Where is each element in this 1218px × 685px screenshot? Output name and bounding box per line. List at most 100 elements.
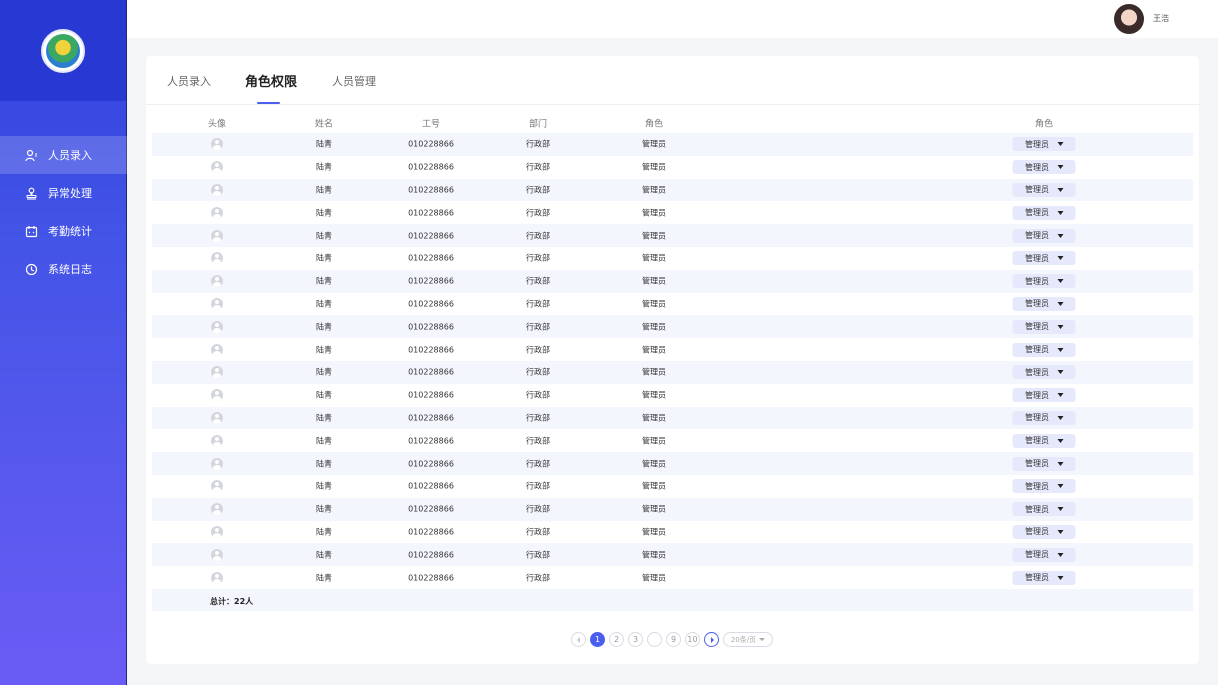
page-size-select[interactable]: 20条/页 — [723, 632, 773, 647]
row-name: 陆青 — [316, 299, 332, 309]
role-dropdown[interactable]: 管理员 — [1012, 182, 1076, 197]
row-department: 行政部 — [526, 436, 550, 446]
role-dropdown[interactable]: 管理员 — [1012, 456, 1076, 471]
caret-down-icon — [1057, 210, 1063, 215]
caret-down-icon — [1057, 256, 1063, 261]
page-10[interactable]: 10 — [685, 632, 700, 647]
role-dropdown[interactable]: 管理员 — [1012, 137, 1076, 152]
role-dropdown[interactable]: 管理员 — [1012, 433, 1076, 448]
role-dropdown[interactable]: 管理员 — [1012, 479, 1076, 494]
username[interactable]: 王浩 — [1153, 13, 1169, 24]
row-role: 管理员 — [642, 208, 666, 218]
row-role-select[interactable]: 管理员 — [1012, 342, 1076, 357]
avatar-placeholder-icon — [211, 161, 223, 174]
role-dropdown-value: 管理员 — [1025, 481, 1049, 491]
role-dropdown[interactable]: 管理员 — [1012, 342, 1076, 357]
next-page-button[interactable] — [704, 632, 719, 647]
row-role: 管理员 — [642, 413, 666, 423]
row-role-select[interactable]: 管理员 — [1012, 456, 1076, 471]
role-dropdown[interactable]: 管理员 — [1012, 524, 1076, 539]
role-dropdown[interactable]: 管理员 — [1012, 388, 1076, 403]
sidebar-item-person-entry[interactable]: 人员录入 — [0, 136, 127, 174]
content-card: 人员录入 角色权限 人员管理 头像 姓名 工号 部门 角色 角色 陆青 01022… — [146, 56, 1199, 664]
page-9[interactable]: 9 — [666, 632, 681, 647]
role-dropdown[interactable]: 管理员 — [1012, 410, 1076, 425]
row-role-select[interactable]: 管理员 — [1012, 160, 1076, 175]
row-role-select[interactable]: 管理员 — [1012, 228, 1076, 243]
sidebar-item-exception-handling[interactable]: 异常处理 — [0, 174, 127, 212]
col-employee-id: 工号 — [421, 119, 441, 129]
role-dropdown[interactable]: 管理员 — [1012, 205, 1076, 220]
row-name: 陆青 — [316, 276, 332, 286]
row-role: 管理员 — [642, 504, 666, 514]
avatar-placeholder-icon — [211, 138, 223, 151]
row-avatar — [211, 480, 223, 493]
role-dropdown-value: 管理员 — [1025, 367, 1049, 377]
role-dropdown-value: 管理员 — [1025, 299, 1049, 309]
row-role-select[interactable]: 管理员 — [1012, 365, 1076, 380]
row-role-select[interactable]: 管理员 — [1012, 524, 1076, 539]
avatar-placeholder-icon — [211, 434, 223, 447]
row-name: 陆青 — [316, 322, 332, 332]
table-row: 陆青 010228866 行政部 管理员 管理员 — [152, 201, 1193, 224]
avatar-placeholder-icon — [211, 320, 223, 333]
avatar-placeholder-icon — [211, 183, 223, 196]
row-role-select[interactable]: 管理员 — [1012, 479, 1076, 494]
role-dropdown[interactable]: 管理员 — [1012, 160, 1076, 175]
row-role-select[interactable]: 管理员 — [1012, 388, 1076, 403]
row-role-select[interactable]: 管理员 — [1012, 137, 1076, 152]
row-role-select[interactable]: 管理员 — [1012, 319, 1076, 334]
role-dropdown[interactable]: 管理员 — [1012, 228, 1076, 243]
row-role-select[interactable]: 管理员 — [1012, 502, 1076, 517]
role-dropdown-value: 管理员 — [1025, 208, 1049, 218]
role-dropdown[interactable]: 管理员 — [1012, 296, 1076, 311]
row-department: 行政部 — [526, 231, 550, 241]
row-role-select[interactable]: 管理员 — [1012, 433, 1076, 448]
table-row: 陆青 010228866 行政部 管理员 管理员 — [152, 384, 1193, 407]
row-department: 行政部 — [526, 550, 550, 560]
role-dropdown[interactable]: 管理员 — [1012, 570, 1076, 585]
sidebar-item-system-log[interactable]: 系统日志 — [0, 250, 127, 288]
row-employee-id: 010228866 — [408, 139, 454, 149]
tab-person-management[interactable]: 人员管理 — [332, 73, 376, 89]
sidebar-item-label: 人员录入 — [48, 149, 92, 162]
role-dropdown[interactable]: 管理员 — [1012, 251, 1076, 266]
row-avatar — [211, 457, 223, 470]
page-3[interactable]: 3 — [628, 632, 643, 647]
tab-bar: 人员录入 角色权限 人员管理 — [146, 56, 1199, 105]
row-role-select[interactable]: 管理员 — [1012, 182, 1076, 197]
stamp-icon — [24, 186, 38, 200]
prev-page-button[interactable] — [571, 632, 586, 647]
avatar-placeholder-icon — [211, 480, 223, 493]
table-total: 总计：22人 — [152, 588, 1193, 611]
row-role-select[interactable]: 管理员 — [1012, 570, 1076, 585]
row-employee-id: 010228866 — [408, 322, 454, 332]
row-role-select[interactable]: 管理员 — [1012, 274, 1076, 289]
page-2[interactable]: 2 — [609, 632, 624, 647]
row-role-select[interactable]: 管理员 — [1012, 251, 1076, 266]
page-ellipsis[interactable]: ... — [647, 632, 662, 647]
role-dropdown[interactable]: 管理员 — [1012, 502, 1076, 517]
row-name: 陆青 — [316, 436, 332, 446]
role-dropdown[interactable]: 管理员 — [1012, 547, 1076, 562]
row-role-select[interactable]: 管理员 — [1012, 410, 1076, 425]
role-dropdown[interactable]: 管理员 — [1012, 274, 1076, 289]
avatar-placeholder-icon — [211, 503, 223, 516]
tab-person-entry[interactable]: 人员录入 — [167, 73, 211, 89]
row-department: 行政部 — [526, 253, 550, 263]
role-dropdown[interactable]: 管理员 — [1012, 319, 1076, 334]
avatar-placeholder-icon — [211, 548, 223, 561]
row-department: 行政部 — [526, 162, 550, 172]
row-role-select[interactable]: 管理员 — [1012, 296, 1076, 311]
sidebar-item-attendance-stats[interactable]: 考勤统计 — [0, 212, 127, 250]
table-row: 陆青 010228866 行政部 管理员 管理员 — [152, 224, 1193, 247]
page-1[interactable]: 1 — [590, 632, 605, 647]
role-dropdown-value: 管理员 — [1025, 413, 1049, 423]
row-avatar — [211, 252, 223, 265]
role-dropdown[interactable]: 管理员 — [1012, 365, 1076, 380]
user-avatar[interactable] — [1114, 4, 1144, 34]
row-role-select[interactable]: 管理员 — [1012, 205, 1076, 220]
tab-role-permission[interactable]: 角色权限 — [245, 71, 297, 90]
row-role: 管理员 — [642, 276, 666, 286]
row-role-select[interactable]: 管理员 — [1012, 547, 1076, 562]
